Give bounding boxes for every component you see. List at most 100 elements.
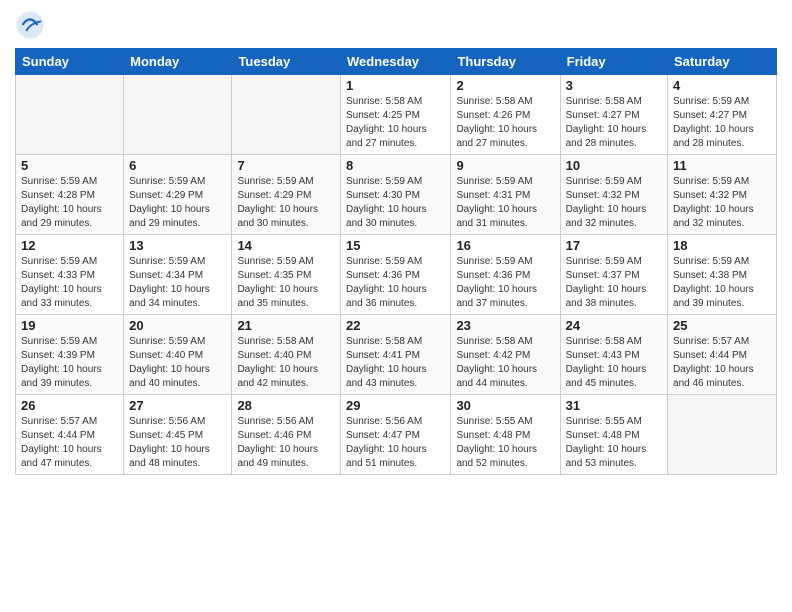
day-number: 1	[346, 78, 445, 93]
day-info: Sunrise: 5:59 AM Sunset: 4:34 PM Dayligh…	[129, 255, 226, 311]
day-number: 12	[21, 238, 118, 253]
calendar-day-cell: 7 Sunrise: 5:59 AM Sunset: 4:29 PM Daylig…	[232, 155, 341, 235]
day-number: 18	[673, 238, 771, 253]
day-number: 5	[21, 158, 118, 173]
day-info: Sunrise: 5:59 AM Sunset: 4:30 PM Dayligh…	[346, 175, 445, 231]
day-info: Sunrise: 5:59 AM Sunset: 4:28 PM Dayligh…	[21, 175, 118, 231]
logo-icon	[15, 10, 45, 40]
day-number: 3	[566, 78, 662, 93]
calendar-day-cell: 14 Sunrise: 5:59 AM Sunset: 4:35 PM Dayli…	[232, 235, 341, 315]
calendar-day-cell: 23 Sunrise: 5:58 AM Sunset: 4:42 PM Dayli…	[451, 315, 560, 395]
calendar-day-cell: 11 Sunrise: 5:59 AM Sunset: 4:32 PM Dayli…	[668, 155, 777, 235]
calendar-week-row: 12 Sunrise: 5:59 AM Sunset: 4:33 PM Dayli…	[16, 235, 777, 315]
day-number: 16	[456, 238, 554, 253]
day-info: Sunrise: 5:59 AM Sunset: 4:32 PM Dayligh…	[673, 175, 771, 231]
day-number: 23	[456, 318, 554, 333]
day-number: 21	[237, 318, 335, 333]
day-number: 6	[129, 158, 226, 173]
day-number: 31	[566, 398, 662, 413]
day-info: Sunrise: 5:59 AM Sunset: 4:29 PM Dayligh…	[129, 175, 226, 231]
calendar-day-cell: 27 Sunrise: 5:56 AM Sunset: 4:45 PM Dayli…	[124, 395, 232, 475]
calendar-day-cell	[232, 75, 341, 155]
day-info: Sunrise: 5:58 AM Sunset: 4:41 PM Dayligh…	[346, 335, 445, 391]
calendar-day-cell: 2Sunrise: 5:58 AM Sunset: 4:26 PM Daylig…	[451, 75, 560, 155]
day-info: Sunrise: 5:59 AM Sunset: 4:33 PM Dayligh…	[21, 255, 118, 311]
weekday-header: Thursday	[451, 49, 560, 75]
day-info: Sunrise: 5:59 AM Sunset: 4:32 PM Dayligh…	[566, 175, 662, 231]
calendar-week-row: 1 Sunrise: 5:58 AM Sunset: 4:25 PM Daylig…	[16, 75, 777, 155]
calendar-header-row: SundayMondayTuesdayWednesdayThursdayFrid…	[16, 49, 777, 75]
calendar-day-cell: 16 Sunrise: 5:59 AM Sunset: 4:36 PM Dayli…	[451, 235, 560, 315]
calendar-day-cell	[668, 395, 777, 475]
day-info: Sunrise: 5:56 AM Sunset: 4:45 PM Dayligh…	[129, 415, 226, 471]
calendar-day-cell: 24 Sunrise: 5:58 AM Sunset: 4:43 PM Dayli…	[560, 315, 667, 395]
day-info: Sunrise: 5:59 AM Sunset: 4:37 PM Dayligh…	[566, 255, 662, 311]
calendar-day-cell: 12 Sunrise: 5:59 AM Sunset: 4:33 PM Dayli…	[16, 235, 124, 315]
day-info: Sunrise: 5:59 AM Sunset: 4:36 PM Dayligh…	[346, 255, 445, 311]
day-info: Sunrise: 5:56 AM Sunset: 4:46 PM Dayligh…	[237, 415, 335, 471]
header	[15, 10, 777, 40]
calendar-day-cell: 4Sunrise: 5:59 AM Sunset: 4:27 PM Daylig…	[668, 75, 777, 155]
day-number: 11	[673, 158, 771, 173]
logo	[15, 10, 49, 40]
day-info: Sunrise: 5:58 AM Sunset: 4:42 PM Dayligh…	[456, 335, 554, 391]
day-number: 25	[673, 318, 771, 333]
day-number: 19	[21, 318, 118, 333]
calendar-day-cell: 3 Sunrise: 5:58 AM Sunset: 4:27 PM Daylig…	[560, 75, 667, 155]
day-number: 7	[237, 158, 335, 173]
day-info: Sunrise: 5:59 AM Sunset: 4:40 PM Dayligh…	[129, 335, 226, 391]
calendar-day-cell: 26Sunrise: 5:57 AM Sunset: 4:44 PM Dayli…	[16, 395, 124, 475]
day-info: Sunrise: 5:59 AM Sunset: 4:39 PM Dayligh…	[21, 335, 118, 391]
calendar-day-cell: 28 Sunrise: 5:56 AM Sunset: 4:46 PM Dayli…	[232, 395, 341, 475]
calendar-day-cell	[124, 75, 232, 155]
calendar-day-cell: 15 Sunrise: 5:59 AM Sunset: 4:36 PM Dayli…	[341, 235, 451, 315]
calendar-day-cell: 10 Sunrise: 5:59 AM Sunset: 4:32 PM Dayli…	[560, 155, 667, 235]
calendar-week-row: 26Sunrise: 5:57 AM Sunset: 4:44 PM Dayli…	[16, 395, 777, 475]
day-info: Sunrise: 5:59 AM Sunset: 4:31 PM Dayligh…	[456, 175, 554, 231]
calendar-day-cell: 1 Sunrise: 5:58 AM Sunset: 4:25 PM Daylig…	[341, 75, 451, 155]
calendar-day-cell: 8 Sunrise: 5:59 AM Sunset: 4:30 PM Daylig…	[341, 155, 451, 235]
day-number: 27	[129, 398, 226, 413]
weekday-header: Sunday	[16, 49, 124, 75]
day-info: Sunrise: 5:58 AM Sunset: 4:25 PM Dayligh…	[346, 95, 445, 151]
day-number: 28	[237, 398, 335, 413]
day-info: Sunrise: 5:59 AM Sunset: 4:29 PM Dayligh…	[237, 175, 335, 231]
calendar-week-row: 19 Sunrise: 5:59 AM Sunset: 4:39 PM Dayli…	[16, 315, 777, 395]
page-container: SundayMondayTuesdayWednesdayThursdayFrid…	[0, 0, 792, 612]
day-info: Sunrise: 5:58 AM Sunset: 4:40 PM Dayligh…	[237, 335, 335, 391]
calendar-day-cell: 20Sunrise: 5:59 AM Sunset: 4:40 PM Dayli…	[124, 315, 232, 395]
weekday-header: Friday	[560, 49, 667, 75]
day-info: Sunrise: 5:57 AM Sunset: 4:44 PM Dayligh…	[21, 415, 118, 471]
day-info: Sunrise: 5:58 AM Sunset: 4:43 PM Dayligh…	[566, 335, 662, 391]
weekday-header: Tuesday	[232, 49, 341, 75]
day-number: 8	[346, 158, 445, 173]
day-number: 15	[346, 238, 445, 253]
weekday-header: Monday	[124, 49, 232, 75]
calendar-day-cell: 31 Sunrise: 5:55 AM Sunset: 4:48 PM Dayli…	[560, 395, 667, 475]
day-info: Sunrise: 5:59 AM Sunset: 4:36 PM Dayligh…	[456, 255, 554, 311]
day-info: Sunrise: 5:59 AM Sunset: 4:27 PM Dayligh…	[673, 95, 771, 151]
day-info: Sunrise: 5:59 AM Sunset: 4:38 PM Dayligh…	[673, 255, 771, 311]
calendar-day-cell: 29Sunrise: 5:56 AM Sunset: 4:47 PM Dayli…	[341, 395, 451, 475]
calendar-day-cell: 25 Sunrise: 5:57 AM Sunset: 4:44 PM Dayli…	[668, 315, 777, 395]
day-info: Sunrise: 5:56 AM Sunset: 4:47 PM Dayligh…	[346, 415, 445, 471]
calendar-day-cell: 19 Sunrise: 5:59 AM Sunset: 4:39 PM Dayli…	[16, 315, 124, 395]
day-number: 30	[456, 398, 554, 413]
day-number: 13	[129, 238, 226, 253]
day-info: Sunrise: 5:55 AM Sunset: 4:48 PM Dayligh…	[456, 415, 554, 471]
calendar-week-row: 5 Sunrise: 5:59 AM Sunset: 4:28 PM Daylig…	[16, 155, 777, 235]
calendar-day-cell: 5 Sunrise: 5:59 AM Sunset: 4:28 PM Daylig…	[16, 155, 124, 235]
day-info: Sunrise: 5:57 AM Sunset: 4:44 PM Dayligh…	[673, 335, 771, 391]
day-number: 24	[566, 318, 662, 333]
calendar-day-cell: 9Sunrise: 5:59 AM Sunset: 4:31 PM Daylig…	[451, 155, 560, 235]
calendar-day-cell: 22 Sunrise: 5:58 AM Sunset: 4:41 PM Dayli…	[341, 315, 451, 395]
day-number: 22	[346, 318, 445, 333]
day-number: 14	[237, 238, 335, 253]
weekday-header: Wednesday	[341, 49, 451, 75]
day-info: Sunrise: 5:59 AM Sunset: 4:35 PM Dayligh…	[237, 255, 335, 311]
day-info: Sunrise: 5:58 AM Sunset: 4:27 PM Dayligh…	[566, 95, 662, 151]
calendar-day-cell	[16, 75, 124, 155]
day-info: Sunrise: 5:55 AM Sunset: 4:48 PM Dayligh…	[566, 415, 662, 471]
day-number: 10	[566, 158, 662, 173]
calendar-day-cell: 17Sunrise: 5:59 AM Sunset: 4:37 PM Dayli…	[560, 235, 667, 315]
